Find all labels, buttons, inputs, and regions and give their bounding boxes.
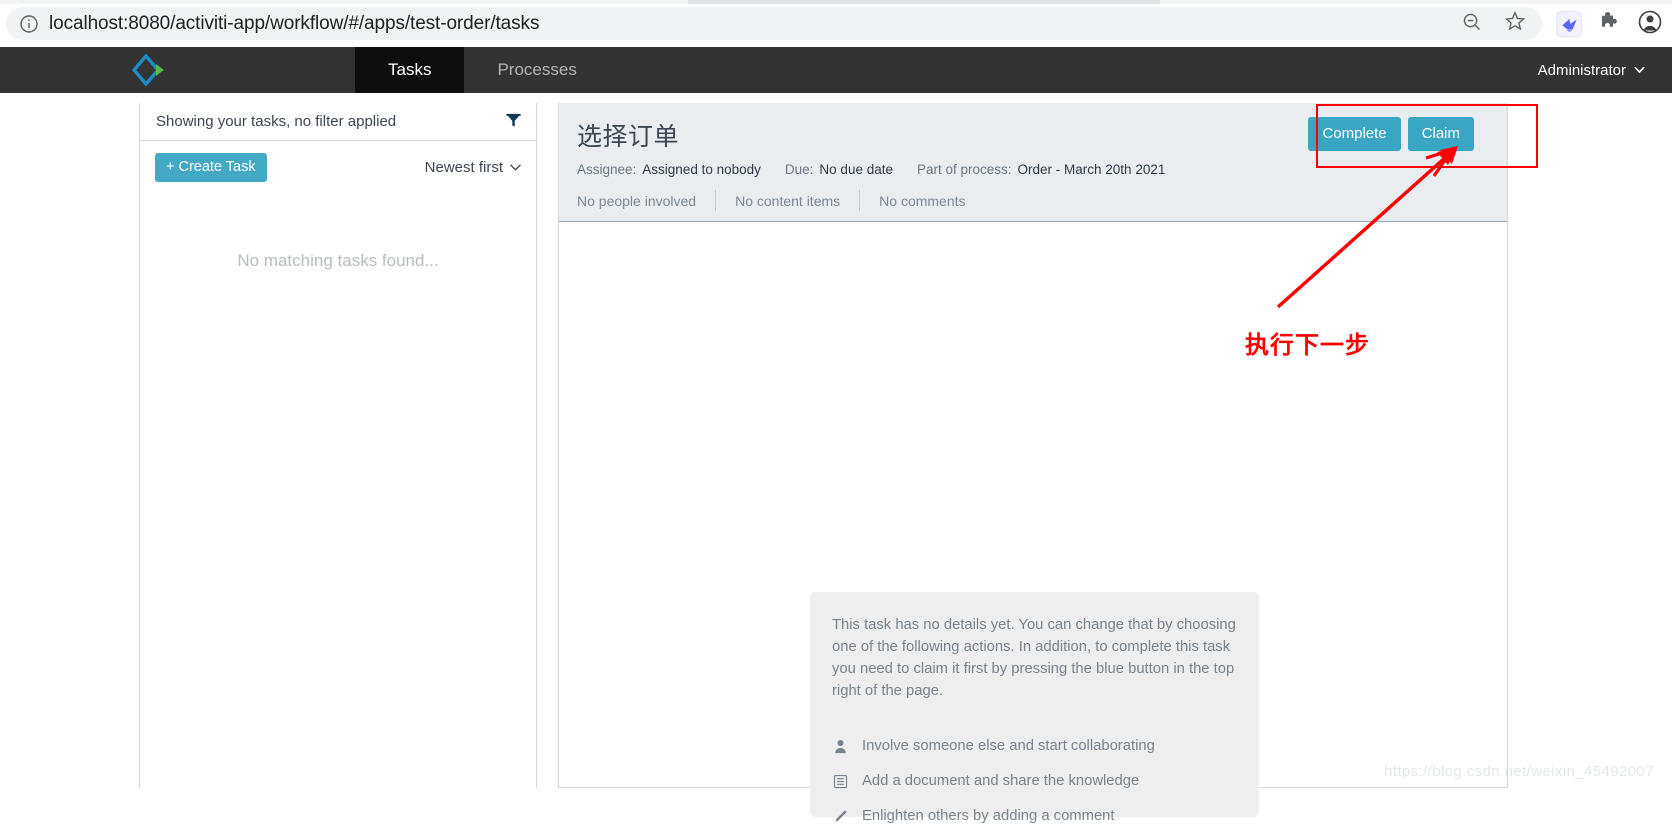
address-bar[interactable]: localhost:8080/activiti-app/workflow/#/a… — [6, 7, 1542, 40]
create-task-button[interactable]: + Create Task — [155, 152, 267, 182]
omnibox-actions — [1461, 7, 1526, 40]
tab-piece-left[interactable] — [0, 0, 688, 4]
url-text: localhost:8080/activiti-app/workflow/#/a… — [49, 12, 540, 34]
tab-people-involved[interactable]: No people involved — [577, 193, 715, 209]
pencil-icon — [832, 809, 849, 824]
task-list-toolbar: + Create Task Newest first — [140, 141, 536, 193]
task-meta-row: Assignee: Assigned to nobody Due: No due… — [577, 162, 1507, 177]
meta-process-label: Part of process: — [916, 162, 1012, 177]
puzzle-piece-icon[interactable] — [1598, 10, 1621, 38]
meta-due-label: Due: — [784, 162, 814, 177]
magnifier-minus-icon[interactable] — [1461, 11, 1482, 37]
nav-tab-tasks-label: Tasks — [388, 60, 432, 79]
sort-selector[interactable]: Newest first — [425, 159, 522, 176]
meta-assignee-label: Assignee: — [577, 162, 637, 177]
chevron-down-icon — [1633, 62, 1646, 79]
user-menu[interactable]: Administrator — [1538, 47, 1646, 93]
task-detail-tabs: No people involved No content items No c… — [577, 190, 1507, 211]
info-circle-icon[interactable] — [18, 13, 40, 35]
nav-tab-processes-label: Processes — [497, 60, 577, 79]
activiti-diamond-logo[interactable] — [131, 53, 166, 87]
filter-funnel-icon[interactable] — [505, 112, 522, 134]
suggested-action-involve-people[interactable]: Involve someone else and start collabora… — [832, 729, 1237, 764]
meta-due: Due: No due date — [785, 162, 893, 177]
task-details-panel: 选择订单 Assignee: Assigned to nobody Due: N… — [558, 103, 1508, 824]
sort-selector-label: Newest first — [424, 158, 503, 176]
account-avatar-icon[interactable] — [1637, 9, 1663, 40]
app-header: Tasks Processes Administrator — [0, 47, 1672, 102]
meta-process: Part of process: Order - March 20th 2021 — [917, 162, 1165, 177]
meta-process-value[interactable]: Order - March 20th 2021 — [1018, 162, 1166, 177]
meta-due-value: No due date — [819, 162, 893, 177]
user-menu-label: Administrator — [1537, 61, 1626, 79]
complete-button[interactable]: Complete — [1308, 117, 1401, 151]
tab-content-items[interactable]: No content items — [716, 193, 859, 209]
suggested-action-label: Add a document and share the knowledge — [862, 773, 1140, 790]
suggested-actions: Involve someone else and start collabora… — [832, 729, 1237, 834]
main-nav: Tasks Processes — [355, 47, 610, 102]
star-outline-icon[interactable] — [1504, 10, 1526, 37]
browser-toolbar-right — [1556, 6, 1663, 42]
tab-comments[interactable]: No comments — [860, 193, 984, 209]
document-icon — [832, 774, 849, 789]
suggested-action-add-comment[interactable]: Enlighten others by adding a comment — [832, 799, 1237, 834]
browser-chrome: localhost:8080/activiti-app/workflow/#/a… — [0, 0, 1672, 47]
suggested-action-add-document[interactable]: Add a document and share the knowledge — [832, 764, 1237, 799]
meta-assignee: Assignee: Assigned to nobody — [577, 162, 761, 177]
no-details-card: This task has no details yet. You can ch… — [810, 592, 1259, 824]
meta-assignee-value: Assigned to nobody — [642, 162, 761, 177]
task-list-panel: Showing your tasks, no filter applied + … — [139, 103, 537, 788]
person-icon — [832, 739, 849, 754]
chevron-down-icon — [509, 159, 522, 176]
suggested-action-label: Enlighten others by adding a comment — [862, 808, 1115, 825]
no-details-text: This task has no details yet. You can ch… — [832, 617, 1236, 699]
nav-tab-tasks[interactable]: Tasks — [355, 47, 465, 102]
task-details-body: This task has no details yet. You can ch… — [559, 223, 1507, 824]
suggested-action-label: Involve someone else and start collabora… — [862, 738, 1155, 755]
filter-header-label: Showing your tasks, no filter applied — [156, 113, 397, 130]
tab-strip — [0, 0, 1672, 4]
empty-list-message: No matching tasks found... — [237, 251, 439, 270]
bird-extension-icon[interactable] — [1556, 11, 1582, 37]
page-body: Showing your tasks, no filter applied + … — [0, 93, 1672, 824]
claim-button[interactable]: Claim — [1407, 117, 1474, 151]
nav-tab-processes[interactable]: Processes — [464, 47, 609, 93]
tab-piece-right[interactable] — [1160, 0, 1672, 4]
task-details-header: 选择订单 Assignee: Assigned to nobody Due: N… — [559, 103, 1507, 222]
task-action-buttons: Complete Claim — [1308, 117, 1474, 151]
filter-header[interactable]: Showing your tasks, no filter applied — [140, 103, 536, 141]
